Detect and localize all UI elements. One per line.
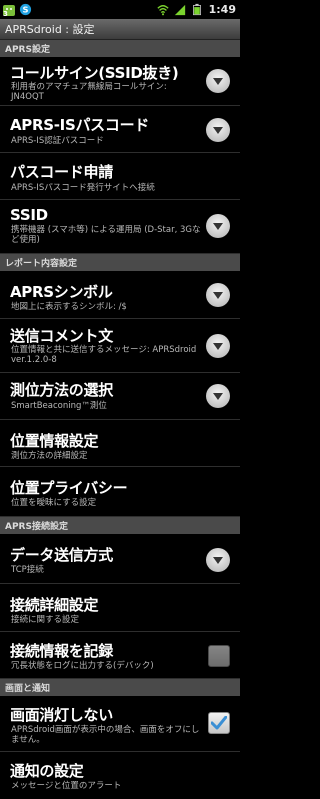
signal-icon [173,3,187,17]
pref-title: データ送信方式 [10,546,113,564]
notification-count: 3 [3,9,8,18]
pref-summary: 地図上に表示するシンボル: /$ [11,302,127,312]
pref-title: 位置情報設定 [10,432,99,450]
section-header-connection: APRS接続設定 [0,517,240,534]
android-notification-icon: 3 [2,3,16,18]
pref-title: APRSシンボル [10,283,113,301]
dropdown-arrow-icon[interactable] [206,334,230,358]
section-header-label: APRS接続設定 [5,522,68,532]
pref-location-settings[interactable]: 位置情報設定 測位方法の詳細設定 [0,420,240,467]
pref-summary: TCP接続 [11,565,44,575]
dropdown-arrow-icon[interactable] [206,69,230,93]
window-title-bar: APRSdroid : 設定 [0,19,240,40]
wifi-icon [156,3,170,17]
log-checkbox[interactable] [208,645,230,667]
pref-title: 位置プライバシー [10,479,128,497]
pref-summary: 測位方法の詳細設定 [11,451,88,461]
section-header-report: レポート内容設定 [0,254,240,271]
section-header-display: 画面と通知 [0,679,240,696]
checkmark-icon [211,716,227,730]
pref-comment[interactable]: 送信コメント文 位置情報と共に送信するメッセージ: APRSdroid ver.… [0,319,240,373]
skype-icon: S [18,3,32,17]
pref-title: コールサイン(SSID抜き) [10,64,179,82]
pref-title: 接続詳細設定 [10,596,99,614]
pref-keep-screen-on[interactable]: 画面消灯しない APRSdroid画面が表示中の場合、画面をオフにしません。 [0,696,240,752]
pref-aprs-is-passcode[interactable]: APRS-ISパスコード APRS-IS認証パスコード [0,106,240,153]
dropdown-arrow-icon[interactable] [206,384,230,408]
pref-passcode-request[interactable]: パスコード申請 APRS-ISパスコード発行サイトへ接続 [0,153,240,200]
pref-callsign[interactable]: コールサイン(SSID抜き) 利用者のアマチュア無線局コールサイン: JN4OQ… [0,57,240,106]
pref-title: 通知の設定 [10,762,84,780]
pref-location-method[interactable]: 測位方法の選択 SmartBeaconing™測位 [0,373,240,420]
pref-summary: 接続に関する設定 [11,615,80,625]
pref-summary: 位置を曖昧にする設定 [11,498,97,508]
pref-title: 送信コメント文 [10,327,113,345]
pref-connection-type[interactable]: データ送信方式 TCP接続 [0,534,240,584]
pref-title: 画面消灯しない [10,706,113,724]
pref-summary: 冗長状態をログに出力する(デバック) [11,661,154,671]
dropdown-arrow-icon[interactable] [206,283,230,307]
pref-location-privacy[interactable]: 位置プライバシー 位置を曖昧にする設定 [0,467,240,517]
pref-summary: SmartBeaconing™測位 [11,401,107,411]
pref-title: APRS-ISパスコード [10,116,149,134]
section-header-label: APRS設定 [5,45,50,55]
section-header-aprs: APRS設定 [0,40,240,57]
pref-summary: APRSdroid画面が表示中の場合、画面をオフにしません。 [11,725,200,745]
pref-summary: メッセージと位置のアラート [11,781,122,791]
pref-summary: APRS-ISパスコード発行サイトへ接続 [11,183,155,193]
pref-notifications[interactable]: 通知の設定 メッセージと位置のアラート [0,752,240,799]
svg-text:S: S [22,4,28,14]
dropdown-arrow-icon[interactable] [206,118,230,142]
pref-title: 測位方法の選択 [10,381,113,399]
clock: 1:49 [208,3,236,16]
window-title: APRSdroid : 設定 [5,23,95,36]
pref-connection-log[interactable]: 接続情報を記録 冗長状態をログに出力する(デバック) [0,632,240,679]
section-header-label: レポート内容設定 [5,259,78,269]
pref-summary: 位置情報と共に送信するメッセージ: APRSdroid ver.1.2.0-8 [11,345,197,365]
pref-connection-details[interactable]: 接続詳細設定 接続に関する設定 [0,584,240,632]
pref-summary: 利用者のアマチュア無線局コールサイン: JN4OQT [11,82,167,102]
pref-title: パスコード申請 [10,163,113,181]
status-bar: 3 S 1:49 [0,0,240,19]
pref-aprs-symbol[interactable]: APRSシンボル 地図上に表示するシンボル: /$ [0,271,240,319]
pref-ssid[interactable]: SSID 携帯機器 (スマホ等) による運用局 (D-Star, 3Gなど使用) [0,200,240,254]
pref-summary: APRS-IS認証パスコード [11,136,104,146]
battery-icon [190,3,204,17]
section-header-label: 画面と通知 [5,684,51,694]
dropdown-arrow-icon[interactable] [206,548,230,572]
pref-title: 接続情報を記録 [10,642,113,660]
keep-screen-on-checkbox[interactable] [208,712,230,734]
dropdown-arrow-icon[interactable] [206,214,230,238]
pref-title: SSID [10,206,48,224]
pref-summary: 携帯機器 (スマホ等) による運用局 (D-Star, 3Gなど使用) [11,225,201,245]
